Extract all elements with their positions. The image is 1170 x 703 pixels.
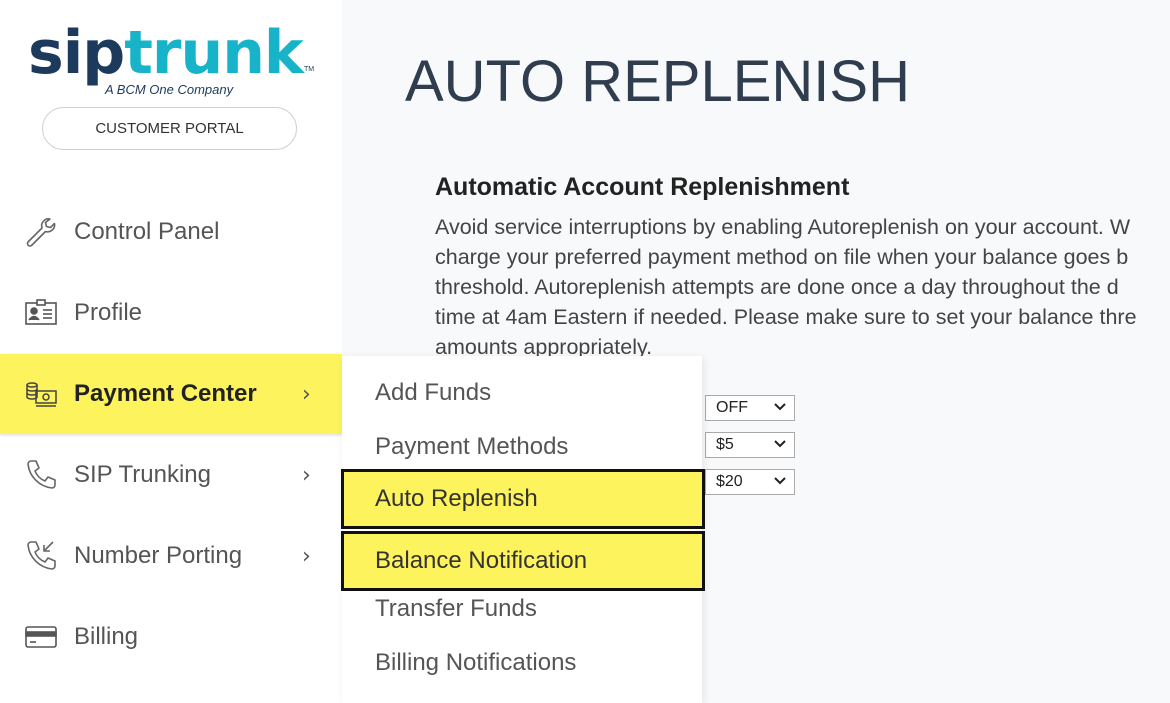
sidebar-item-label: Control Panel	[74, 218, 220, 245]
auto-replenish-toggle-select[interactable]: OFF	[705, 395, 795, 421]
sidebar-item-label: Payment Center	[74, 380, 257, 407]
chevron-down-icon	[774, 440, 786, 448]
customer-portal-button[interactable]: CUSTOMER PORTAL	[42, 107, 297, 150]
submenu-item-transfer-funds[interactable]: Transfer Funds	[342, 582, 702, 636]
submenu-item-billing-notifications[interactable]: Billing Notifications	[342, 636, 702, 690]
page-title: AUTO REPLENISH	[405, 49, 910, 114]
description-line: Avoid service interruptions by enabling …	[435, 215, 1131, 239]
cash-stack-icon	[24, 377, 58, 411]
description-line: threshold. Autoreplenish attempts are do…	[435, 275, 1119, 299]
submenu-item-payment-methods[interactable]: Payment Methods	[342, 420, 702, 474]
chevron-right-icon: ›	[302, 462, 311, 488]
submenu-item-label: Payment Methods	[375, 433, 569, 460]
section-title: Automatic Account Replenishment	[435, 173, 850, 201]
phone-icon	[24, 458, 58, 492]
logo-tagline: A BCM One Company	[105, 82, 234, 97]
submenu-item-label: Transfer Funds	[375, 595, 537, 622]
submenu-item-label: Balance Notification	[375, 547, 588, 574]
description-line: charge your preferred payment method on …	[435, 245, 1129, 269]
sidebar-item-label: Profile	[74, 299, 143, 326]
logo-trademark: TM	[304, 66, 315, 73]
sidebar-item-sip-trunking[interactable]: SIP Trunking ›	[0, 435, 342, 515]
threshold-amount-select[interactable]: $5	[705, 432, 795, 458]
chevron-down-icon	[774, 403, 786, 411]
submenu-item-label: Auto Replenish	[375, 485, 538, 512]
wrench-icon	[24, 215, 58, 249]
sidebar-item-billing[interactable]: Billing	[0, 597, 342, 677]
logo-wordmark: siptrunk	[28, 18, 304, 88]
sidebar-item-label: Number Porting	[74, 542, 243, 569]
chevron-down-icon	[774, 477, 786, 485]
submenu-item-label: Add Funds	[375, 379, 492, 406]
id-card-icon	[24, 296, 58, 330]
description-text: Avoid service interruptions by enabling …	[435, 212, 1170, 362]
payment-center-submenu: Add Funds Payment Methods Auto Replenish…	[341, 356, 705, 703]
sidebar-item-payment-center[interactable]: Payment Center ›	[0, 354, 342, 434]
sidebar-item-control-panel[interactable]: Control Panel	[0, 192, 342, 272]
phone-incoming-icon	[24, 539, 58, 573]
credit-card-icon	[24, 620, 58, 654]
submenu-item-label: Billing Notifications	[375, 649, 577, 676]
chevron-right-icon: ›	[302, 543, 311, 569]
sidebar-item-profile[interactable]: Profile	[0, 273, 342, 353]
submenu-item-auto-replenish[interactable]: Auto Replenish	[341, 469, 705, 529]
chevron-right-icon: ›	[302, 381, 311, 407]
select-value: $5	[716, 436, 734, 453]
sidebar-item-label: SIP Trunking	[74, 461, 211, 488]
sidebar-item-number-porting[interactable]: Number Porting ›	[0, 516, 342, 596]
replenish-amount-select[interactable]: $20	[705, 469, 795, 495]
sidebar-item-label: Billing	[74, 623, 139, 650]
description-line: time at 4am Eastern if needed. Please ma…	[435, 305, 1137, 329]
select-value: $20	[716, 473, 743, 490]
siptrunk-logo[interactable]: siptrunk TM A BCM One Company	[28, 22, 318, 102]
sidebar: siptrunk TM A BCM One Company CUSTOMER P…	[0, 0, 342, 703]
select-value: OFF	[716, 399, 748, 416]
submenu-item-add-funds[interactable]: Add Funds	[342, 366, 702, 420]
